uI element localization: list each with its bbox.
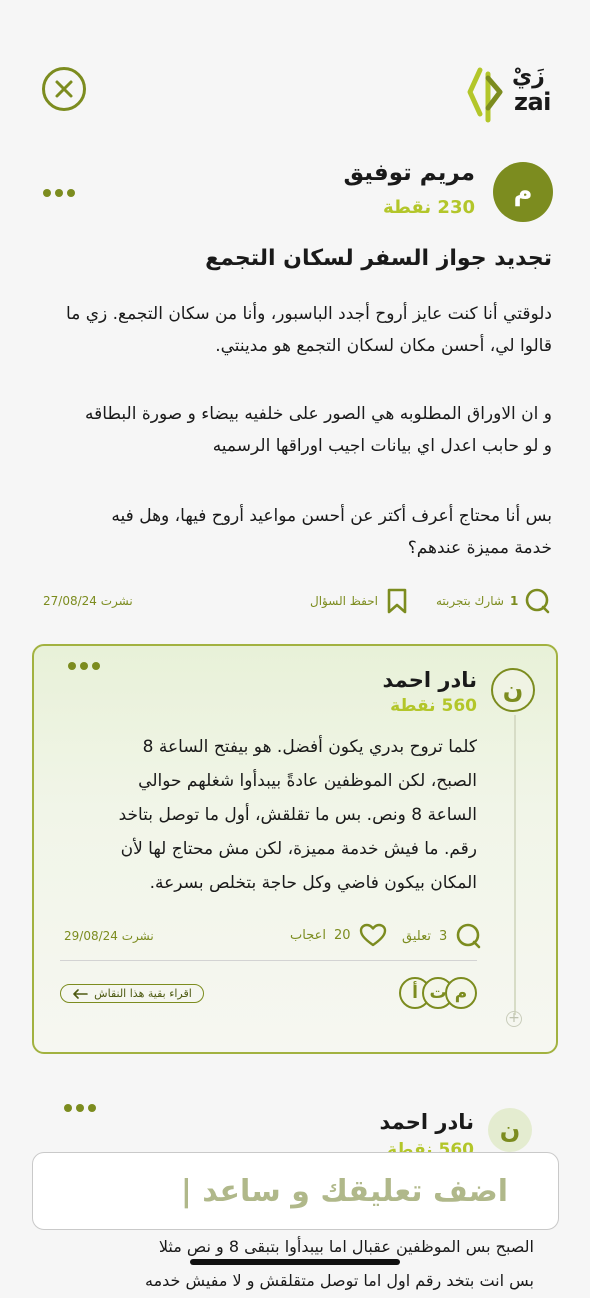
share-experience-button[interactable]: 1 شارك بتجربته — [436, 588, 550, 614]
like-button[interactable]: 20 اعجاب — [290, 923, 387, 947]
comment-line: الصبح، لكن الموظفين عادةً بيبدأوا شغلهم … — [138, 771, 477, 791]
comment-input[interactable] — [33, 1153, 558, 1229]
comment2-more-menu[interactable] — [64, 1104, 96, 1112]
post-paragraph-1: دلوقتي أنا كنت عايز أروح أجدد الباسبور، … — [42, 298, 552, 362]
arrow-left-icon — [72, 988, 88, 999]
post-line: و لو حابب اعدل اي بيانات اجيب اوراقها ال… — [212, 436, 552, 456]
post-published-date: نشرت 27/08/24 — [43, 594, 133, 608]
commenter-points: 560 نقطة — [390, 696, 477, 716]
comment-divider — [60, 960, 477, 961]
reply-count: 3 — [438, 928, 448, 944]
close-icon — [55, 80, 73, 98]
save-question-button[interactable]: احفظ السؤال — [310, 588, 408, 614]
comment-line: المكان بيكون فاضي وكل حاجة بتخلص بسرعة. — [149, 873, 477, 893]
comment-bubble-icon — [455, 923, 481, 949]
post-more-menu[interactable] — [43, 189, 75, 197]
comment-published-date: نشرت 29/08/24 — [64, 929, 154, 943]
expand-thread-icon[interactable]: + — [506, 1011, 522, 1027]
post-line: قالوا لي، أحسن مكان لسكان التجمع هو مدين… — [215, 336, 552, 356]
reply-label: تعليق — [402, 928, 431, 944]
home-indicator — [190, 1259, 400, 1265]
logo-english: zai — [514, 88, 551, 116]
post-line: بس أنا محتاج أعرف أكتر عن أحسن مواعيد أر… — [111, 506, 552, 526]
comment-line: الساعة 8 ونص. بس ما تقلقش، أول ما توصل ب… — [118, 805, 477, 825]
logo-mark-icon — [467, 67, 503, 123]
commenter-avatar[interactable]: ن — [491, 668, 535, 712]
heart-icon — [359, 923, 387, 947]
read-more-label: اقراء بقية هذا النقاش — [94, 987, 192, 1000]
comment-bubble-icon — [524, 588, 550, 614]
commenter2-name[interactable]: نادر احمد — [380, 1110, 475, 1134]
comment-line: رقم. ما فيش خدمة مميزة، لكن مش محتاج لها… — [120, 839, 477, 859]
thread-line — [514, 715, 516, 1015]
author-name[interactable]: مريم توفيق — [344, 160, 475, 186]
post-paragraph-2: و ان الاوراق المطلوبه هي الصور على خلفيه… — [42, 398, 552, 462]
author-points: 230 نقطة — [382, 197, 475, 218]
participant-avatar[interactable]: م — [445, 977, 477, 1009]
post-title: تجديد جواز السفر لسكان التجمع — [205, 246, 552, 271]
like-count: 20 — [333, 927, 351, 943]
comment-more-menu[interactable] — [68, 662, 100, 670]
author-avatar[interactable]: م — [493, 162, 553, 222]
like-label: اعجاب — [290, 927, 326, 943]
read-more-discussion-button[interactable]: اقراء بقية هذا النقاش — [60, 984, 204, 1003]
comment-line: كلما تروح بدري يكون أفضل. هو بيفتح الساع… — [142, 737, 477, 757]
post-line: دلوقتي أنا كنت عايز أروح أجدد الباسبور، … — [66, 304, 552, 324]
commenter-name[interactable]: نادر احمد — [383, 668, 478, 692]
zai-logo: زَيْ zai — [466, 64, 558, 124]
post-line: خدمة مميزة عندهم؟ — [407, 538, 552, 558]
bookmark-icon — [386, 588, 408, 614]
save-question-label: احفظ السؤال — [310, 594, 378, 608]
post-paragraph-3: بس أنا محتاج أعرف أكتر عن أحسن مواعيد أر… — [42, 500, 552, 564]
share-count: 1 — [509, 594, 519, 608]
commenter2-avatar[interactable]: ن — [488, 1108, 532, 1152]
comment-body: كلما تروح بدري يكون أفضل. هو بيفتح الساع… — [57, 730, 477, 900]
reply-button[interactable]: 3 تعليق — [402, 923, 481, 949]
comment-line: بس انت بتخد رقم اول اما توصل متقلقش و لا… — [144, 1271, 534, 1290]
comment-input-bar[interactable] — [32, 1152, 559, 1230]
close-button[interactable] — [42, 67, 86, 111]
share-label: شارك بتجربته — [436, 594, 504, 608]
logo-arabic: زَيْ — [512, 64, 545, 89]
post-line: و ان الاوراق المطلوبه هي الصور على خلفيه… — [85, 404, 552, 424]
